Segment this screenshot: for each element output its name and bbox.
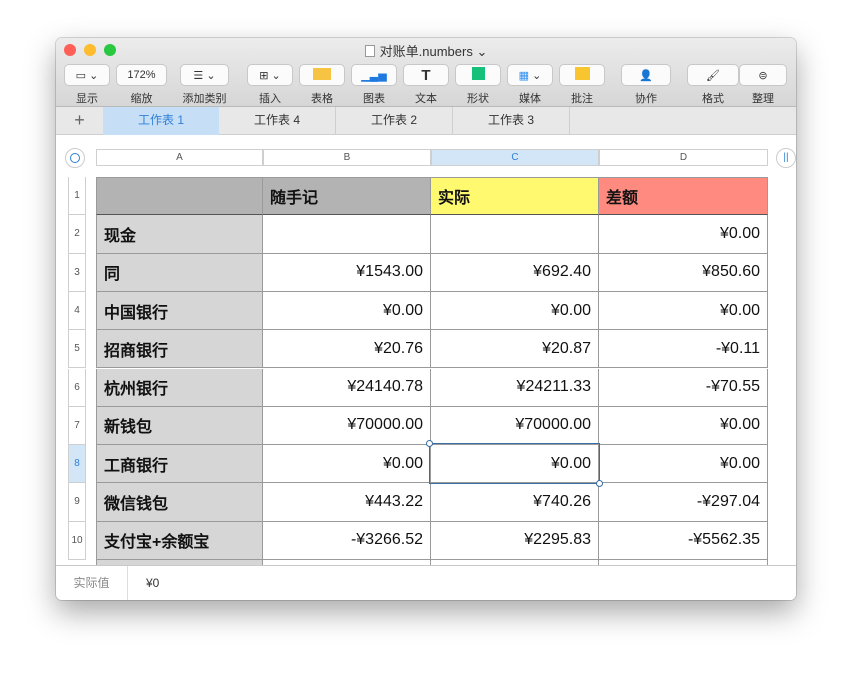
table-cell[interactable]: 新钱包 <box>96 406 263 446</box>
header-cell[interactable]: 随手记 <box>263 177 431 216</box>
row-header-5[interactable]: 5 <box>68 330 86 369</box>
table-cell[interactable]: 同 <box>96 253 263 292</box>
row-header-2[interactable]: 2 <box>68 215 86 254</box>
table-cell[interactable]: ¥0.00 <box>263 445 431 484</box>
numbers-window: 对账单.numbers ⌄ ▭ ⌄ 显示 172% 缩放 ☰ ⌄ 添加类别 ⊞ ⌄ 插入 表格 ▁… <box>56 38 796 600</box>
row-header-10[interactable]: 10 <box>68 521 86 560</box>
table-cell[interactable]: 现金 <box>96 215 263 254</box>
table-cell[interactable]: -¥3266.52 <box>263 521 431 560</box>
table-cell[interactable]: ¥0.00 <box>431 445 599 484</box>
table-cell[interactable]: 中国银行 <box>96 291 263 331</box>
table-cell[interactable]: ¥2295.83 <box>431 521 599 560</box>
table-cell[interactable]: -¥70.55 <box>599 368 768 407</box>
table-cell[interactable]: 招商银行 <box>96 330 263 369</box>
table-cell[interactable]: ¥24211.33 <box>431 368 599 407</box>
table-cell[interactable]: ¥0.00 <box>263 291 431 331</box>
table-cell[interactable]: ¥20.76 <box>263 330 431 369</box>
table-cell[interactable]: ¥443.22 <box>263 483 431 522</box>
row-header-7[interactable]: 7 <box>68 406 86 446</box>
row-header-9[interactable]: 9 <box>68 483 86 522</box>
formula-bar: 实际值 ¥0 <box>56 565 796 600</box>
table-cell[interactable]: ¥70000.00 <box>263 406 431 446</box>
table-cell[interactable]: ¥0.00 <box>599 215 768 254</box>
footer-label: 实际值 <box>56 566 128 600</box>
table-cell[interactable]: ¥20.87 <box>431 330 599 369</box>
table-cell[interactable]: ¥1543.00 <box>263 253 431 292</box>
row-header-6[interactable]: 6 <box>68 368 86 407</box>
row-header-4[interactable]: 4 <box>68 291 86 331</box>
row-header-3[interactable]: 3 <box>68 253 86 292</box>
table-cell[interactable]: 杭州银行 <box>96 368 263 407</box>
table-cell[interactable]: -¥5562.35 <box>599 521 768 560</box>
table-cell[interactable]: ¥70000.00 <box>431 406 599 446</box>
table-cell[interactable]: ¥740.26 <box>431 483 599 522</box>
header-cell[interactable]: 差额 <box>599 177 768 216</box>
table-cell[interactable]: 微信钱包 <box>96 483 263 522</box>
row-header-1[interactable]: 1 <box>68 177 86 216</box>
table-cell[interactable] <box>431 215 599 254</box>
table-cell[interactable]: -¥0.11 <box>599 330 768 369</box>
table-cell[interactable]: 支付宝+余额宝 <box>96 521 263 560</box>
footer-value[interactable]: ¥0 <box>146 566 159 600</box>
table-cell[interactable]: ¥0.00 <box>599 406 768 446</box>
header-cell[interactable]: 实际 <box>431 177 599 216</box>
table-cell[interactable]: ¥0.00 <box>599 445 768 484</box>
header-cell[interactable] <box>96 177 263 216</box>
row-header-8[interactable]: 8 <box>68 445 86 484</box>
table-cell[interactable] <box>263 215 431 254</box>
table-cell[interactable]: ¥24140.78 <box>263 368 431 407</box>
table-cell[interactable]: ¥692.40 <box>431 253 599 292</box>
table-cell[interactable]: 工商银行 <box>96 445 263 484</box>
table-cell[interactable]: ¥0.00 <box>431 291 599 331</box>
table-cell[interactable]: -¥297.04 <box>599 483 768 522</box>
table-cell[interactable]: ¥850.60 <box>599 253 768 292</box>
table-cell[interactable]: ¥0.00 <box>599 291 768 331</box>
